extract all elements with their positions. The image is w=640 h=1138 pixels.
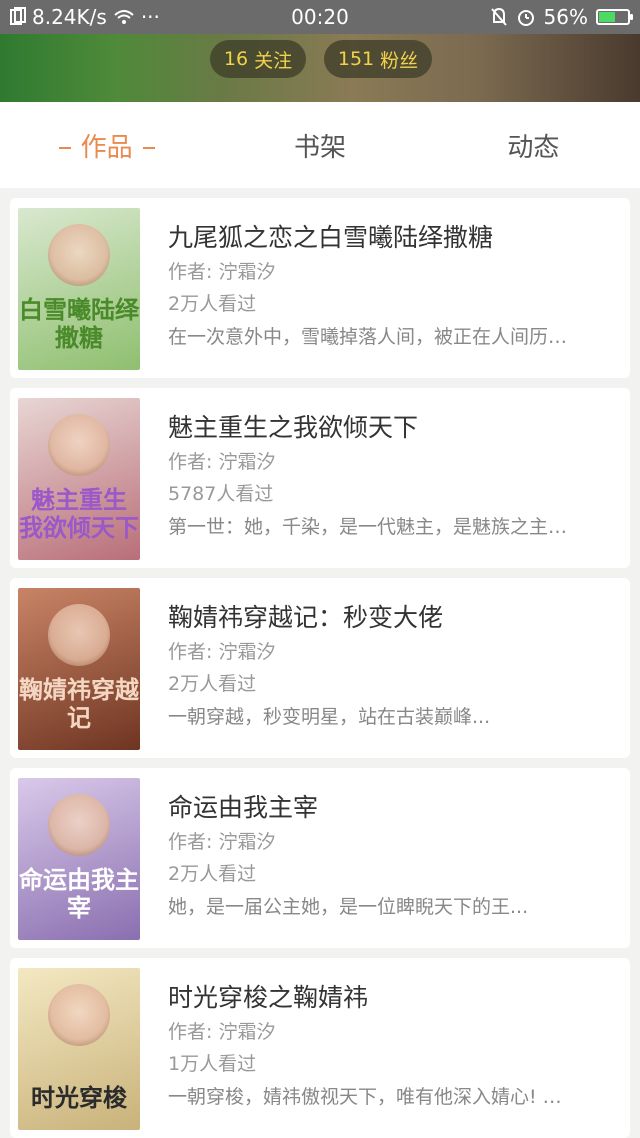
book-cover[interactable]: 魅主重生 我欲倾天下 xyxy=(18,398,140,560)
cover-title: 鞠婧祎穿越记 xyxy=(19,675,139,732)
book-description: 一朝穿越，秒变明星，站在古装巅峰... xyxy=(168,706,491,728)
book-title[interactable]: 魅主重生之我欲倾天下 xyxy=(168,410,612,446)
fans-label: 粉丝 xyxy=(380,49,419,72)
status-bar: 8.24K/s ··· 00:20 56% xyxy=(0,0,640,34)
clock: 00:20 xyxy=(291,5,349,29)
book-card[interactable]: 魅主重生 我欲倾天下 魅主重生之我欲倾天下 作者: 泞霜汐 5787人看过 第一… xyxy=(10,388,630,568)
wifi-icon xyxy=(114,10,134,24)
book-author: 作者: 泞霜汐 xyxy=(168,831,276,853)
profile-banner: 16 关注 151 粉丝 xyxy=(0,34,640,102)
book-description: 一朝穿梭，婧祎傲视天下，唯有他深入婧心! … xyxy=(168,1086,562,1108)
book-title[interactable]: 鞠婧祎穿越记：秒变大佬 xyxy=(168,600,612,636)
battery-icon xyxy=(596,9,633,25)
book-author: 作者: 泞霜汐 xyxy=(168,1021,276,1043)
cover-title: 时光穿梭 xyxy=(31,1083,127,1112)
book-title[interactable]: 九尾狐之恋之白雪曦陆绎撒糖 xyxy=(168,220,612,256)
tab-bar: 作品 书架 动态 xyxy=(0,102,640,188)
book-description: 在一次意外中，雪曦掉落人间，被正在人间历… xyxy=(168,326,568,348)
tab-works[interactable]: 作品 xyxy=(0,127,213,164)
book-author: 作者: 泞霜汐 xyxy=(168,261,276,283)
book-views: 2万人看过 xyxy=(168,293,257,315)
battery-percent: 56% xyxy=(543,5,588,29)
alarm-icon xyxy=(517,10,534,26)
cover-portrait xyxy=(48,794,110,856)
cover-portrait xyxy=(48,224,110,286)
cover-portrait xyxy=(48,984,110,1046)
cover-portrait xyxy=(48,414,110,476)
book-author: 作者: 泞霜汐 xyxy=(168,451,276,473)
tab-activity-label: 动态 xyxy=(507,132,560,163)
fans-count: 151 xyxy=(337,48,375,70)
follow-count: 16 xyxy=(223,48,249,70)
book-cover[interactable]: 命运由我主宰 xyxy=(18,778,140,940)
cover-portrait xyxy=(48,604,110,666)
book-description: 第一世：她，千染，是一代魅主，是魅族之主… xyxy=(168,516,568,538)
tab-activity[interactable]: 动态 xyxy=(427,127,640,164)
tab-bookshelf[interactable]: 书架 xyxy=(213,127,426,164)
book-cover[interactable]: 白雪曦陆绎撒糖 xyxy=(18,208,140,370)
book-author: 作者: 泞霜汐 xyxy=(168,641,276,663)
book-description: 她，是一届公主她，是一位睥睨天下的王... xyxy=(168,896,529,918)
more-dots: ··· xyxy=(140,5,160,29)
book-card[interactable]: 白雪曦陆绎撒糖 九尾狐之恋之白雪曦陆绎撒糖 作者: 泞霜汐 2万人看过 在一次意… xyxy=(10,198,630,378)
book-views: 2万人看过 xyxy=(168,673,257,695)
book-card[interactable]: 命运由我主宰 命运由我主宰 作者: 泞霜汐 2万人看过 她，是一届公主她，是一位… xyxy=(10,768,630,948)
active-indicator-right xyxy=(142,147,155,149)
book-cover[interactable]: 鞠婧祎穿越记 xyxy=(18,588,140,750)
book-title[interactable]: 命运由我主宰 xyxy=(168,790,612,826)
follow-count-button[interactable]: 16 关注 xyxy=(210,40,306,78)
book-cover[interactable]: 时光穿梭 xyxy=(18,968,140,1130)
network-speed: 8.24K/s xyxy=(32,5,107,29)
follow-label: 关注 xyxy=(254,49,293,72)
cover-title: 白雪曦陆绎撒糖 xyxy=(19,295,139,352)
book-card[interactable]: 鞠婧祎穿越记 鞠婧祎穿越记：秒变大佬 作者: 泞霜汐 2万人看过 一朝穿越，秒变… xyxy=(10,578,630,758)
book-views: 5787人看过 xyxy=(168,483,274,505)
tab-bookshelf-label: 书架 xyxy=(293,132,346,163)
fans-count-button[interactable]: 151 粉丝 xyxy=(324,40,432,78)
cover-title: 魅主重生 我欲倾天下 xyxy=(19,485,139,542)
book-card[interactable]: 时光穿梭 时光穿梭之鞠婧祎 作者: 泞霜汐 1万人看过 一朝穿梭，婧祎傲视天下，… xyxy=(10,958,630,1138)
cover-title: 命运由我主宰 xyxy=(19,865,139,922)
book-views: 1万人看过 xyxy=(168,1053,257,1075)
active-indicator-left xyxy=(58,147,71,149)
copy-icon xyxy=(10,7,26,25)
tab-works-label: 作品 xyxy=(80,132,133,163)
mute-bell-icon xyxy=(490,7,507,26)
book-views: 2万人看过 xyxy=(168,863,257,885)
book-title[interactable]: 时光穿梭之鞠婧祎 xyxy=(168,980,612,1016)
